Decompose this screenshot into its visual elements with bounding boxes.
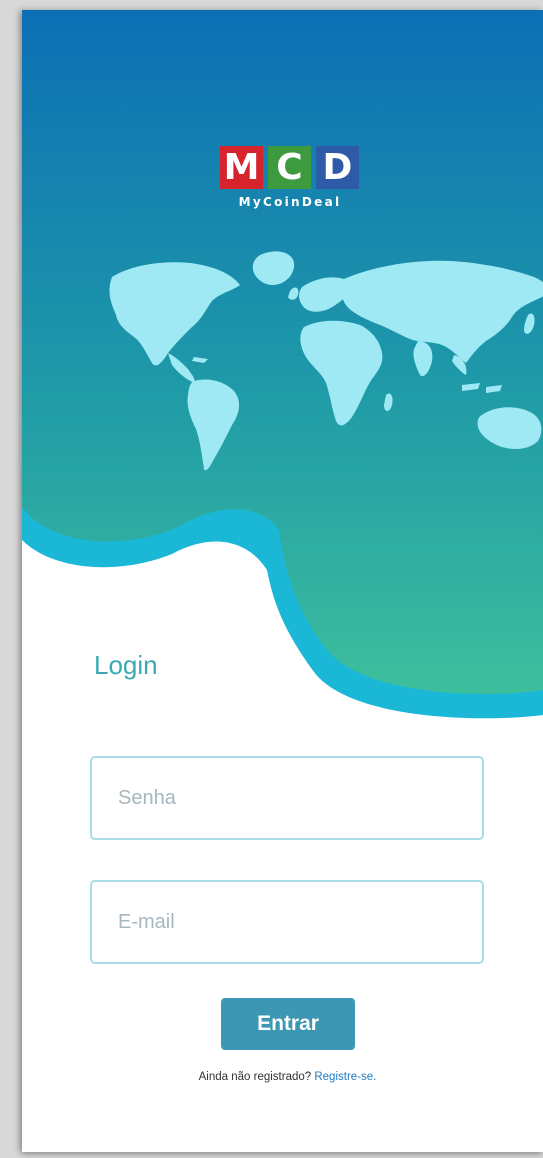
mcd-logo: M C D MyCoinDeal [220, 146, 370, 226]
login-screen: M C D MyCoinDeal Login E-mail Entrar Ain… [22, 10, 543, 1152]
password-field[interactable] [90, 756, 484, 840]
register-link[interactable]: Registre-se. [314, 1071, 376, 1083]
logo-letter-d: D [316, 146, 359, 189]
logo-letter-c: C [268, 146, 311, 189]
logo-letter-m: M [220, 146, 263, 189]
login-title: Login [94, 650, 158, 680]
email-field[interactable] [90, 880, 484, 964]
register-prompt-line: Ainda não registrado? Registre-se. [22, 1071, 543, 1083]
enter-button[interactable]: Entrar [221, 998, 355, 1050]
world-map-graphic [109, 251, 543, 471]
logo-name: MyCoinDeal [238, 195, 342, 209]
register-prompt-text: Ainda não registrado? [198, 1071, 315, 1083]
